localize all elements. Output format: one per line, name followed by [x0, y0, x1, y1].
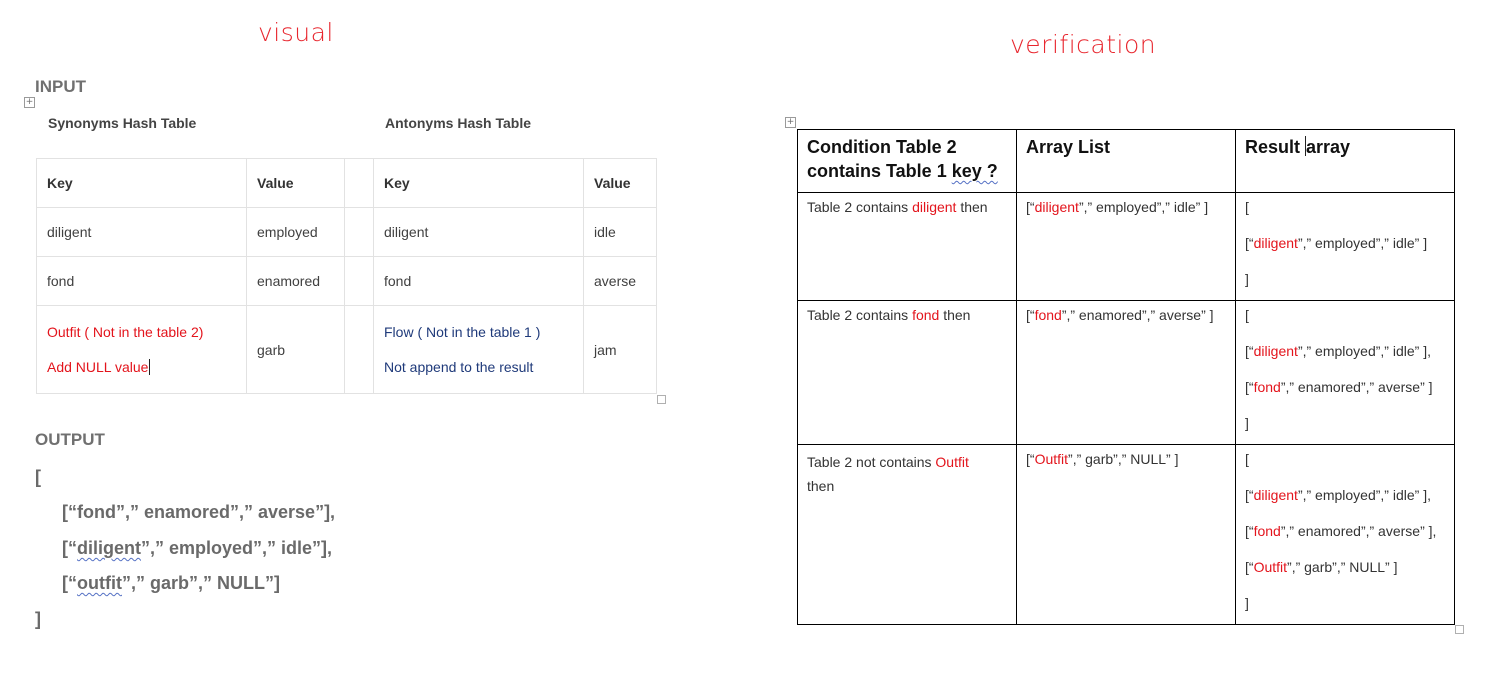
synonyms-key-cell: diligent	[36, 207, 247, 257]
antonyms-key-cell: diligent	[373, 207, 584, 257]
synonyms-value-header: Value	[246, 158, 345, 208]
antonyms-value-cell: idle	[583, 207, 657, 257]
result-array-cell: [ [“diligent”,” employed”,” idle” ], [“f…	[1235, 300, 1455, 445]
synonyms-key-header: Key	[36, 158, 247, 208]
table-row: Table 2 contains diligent then [“diligen…	[797, 192, 1455, 301]
output-line-outfit: [“outfit”,” garb”,” NULL”]	[62, 573, 280, 593]
output-open-bracket: [	[35, 467, 41, 487]
table-row: Table 2 not contains Outfit then [“Outfi…	[797, 444, 1455, 625]
outfit-note: Outfit ( Not in the table 2)	[47, 324, 204, 340]
table-resize-handle-icon[interactable]	[657, 395, 666, 404]
table-move-handle-icon[interactable]: +	[24, 97, 35, 108]
synonyms-value-cell: employed	[246, 207, 345, 257]
table-row: Outfit ( Not in the table 2) Add NULL va…	[36, 305, 657, 394]
antonyms-key-header: Key	[373, 158, 584, 208]
spacer-cell	[344, 158, 374, 208]
output-close-bracket: ]	[35, 609, 41, 629]
array-list-header: Array List	[1016, 129, 1236, 193]
synonyms-caption: Synonyms Hash Table	[48, 115, 197, 131]
result-array-cell: [ [“diligent”,” employed”,” idle” ] ]	[1235, 192, 1455, 301]
table-row: fond enamored fond averse	[36, 256, 657, 306]
array-list-cell: [“fond”,” enamored”,” averse” ]	[1016, 300, 1236, 445]
text-cursor	[149, 359, 151, 375]
result-array-cell: [ [“diligent”,” employed”,” idle” ], [“f…	[1235, 444, 1455, 625]
synonyms-value-cell: enamored	[246, 256, 345, 306]
table-row: diligent employed diligent idle	[36, 207, 657, 257]
verification-table: Condition Table 2 contains Table 1 key ?…	[797, 129, 1455, 625]
antonyms-key-cell: Flow ( Not in the table 1 ) Not append t…	[373, 305, 584, 394]
spacer-cell	[344, 305, 374, 394]
array-list-cell: [“diligent”,” employed”,” idle” ]	[1016, 192, 1236, 301]
array-list-cell: [“Outfit”,” garb”,” NULL” ]	[1016, 444, 1236, 625]
antonyms-value-cell: averse	[583, 256, 657, 306]
input-heading: INPUT	[35, 77, 86, 96]
condition-cell: Table 2 contains diligent then	[797, 192, 1017, 301]
add-null-note: Add NULL value	[47, 359, 151, 375]
input-table: Key Value Key Value diligent employed di…	[36, 158, 657, 394]
synonyms-key-cell: fond	[36, 256, 247, 306]
synonyms-key-cell: Outfit ( Not in the table 2) Add NULL va…	[36, 305, 247, 394]
output-heading: OUTPUT	[35, 430, 105, 449]
condition-cell: Table 2 not contains Outfit then	[797, 444, 1017, 625]
spacer-cell	[344, 256, 374, 306]
output-line-diligent: [“diligent”,” employed”,” idle”],	[62, 538, 333, 558]
table-resize-handle-icon[interactable]	[1455, 625, 1464, 634]
result-array-header: Result array	[1235, 129, 1455, 193]
table-row: Table 2 contains fond then [“fond”,” ena…	[797, 300, 1455, 445]
antonyms-value-cell: jam	[583, 305, 657, 394]
visual-title: visual	[258, 18, 334, 47]
antonyms-caption: Antonyms Hash Table	[385, 115, 531, 131]
synonyms-value-cell: garb	[246, 305, 345, 394]
table-move-handle-icon[interactable]: +	[785, 117, 796, 128]
not-append-note: Not append to the result	[384, 359, 534, 375]
antonyms-value-header: Value	[583, 158, 657, 208]
spacer-cell	[344, 207, 374, 257]
flow-note: Flow ( Not in the table 1 )	[384, 324, 541, 340]
condition-cell: Table 2 contains fond then	[797, 300, 1017, 445]
output-line-fond: [“fond”,” enamored”,” averse”],	[62, 502, 336, 522]
antonyms-key-cell: fond	[373, 256, 584, 306]
verification-title: verification	[1010, 30, 1157, 59]
table-header-row: Key Value Key Value	[36, 158, 657, 208]
table-header-row: Condition Table 2 contains Table 1 key ?…	[797, 129, 1455, 193]
condition-header: Condition Table 2 contains Table 1 key ?	[797, 129, 1017, 193]
